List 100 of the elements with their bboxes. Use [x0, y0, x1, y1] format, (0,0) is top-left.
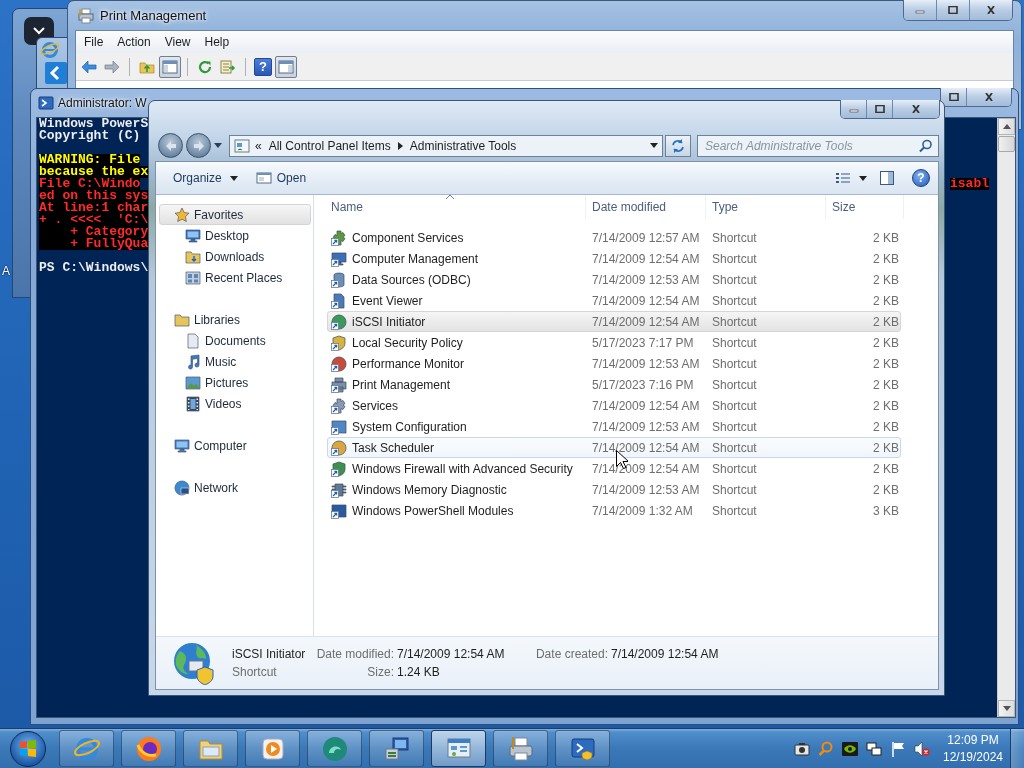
maximize-button[interactable] — [867, 100, 893, 118]
file-row[interactable]: Computer Management 7/14/2009 12:54 AM Shortcut 2 KB — [327, 248, 901, 269]
file-row[interactable]: System Configuration 7/14/2009 12:53 AM Shortcut 2 KB — [327, 416, 901, 437]
nav-item[interactable]: Network — [159, 477, 311, 498]
breadcrumb-button[interactable]: All Control Panel Items — [266, 138, 393, 153]
size-cell-text: 2 KB — [872, 398, 900, 413]
taskbar-button[interactable] — [493, 730, 548, 767]
close-button[interactable] — [970, 0, 1012, 20]
taskbar-button[interactable] — [555, 730, 610, 767]
flag-icon[interactable] — [890, 740, 906, 757]
flame-globe-icon — [134, 734, 163, 763]
nav-item[interactable]: Downloads — [159, 246, 311, 267]
size-cell-text: 2 KB — [872, 293, 900, 308]
scroll-up-button[interactable] — [998, 118, 1015, 135]
window-icon — [255, 170, 272, 186]
file-row[interactable]: Data Sources (ODBC) 7/14/2009 12:53 AM Shortcut 2 KB — [327, 269, 901, 290]
toolbar-button[interactable] — [275, 55, 297, 78]
file-row[interactable]: Services 7/14/2009 12:54 AM Shortcut 2 KB — [327, 395, 901, 416]
file-row[interactable]: Windows Memory Diagnostic 7/14/2009 12:53 AM Shortcut 2 KB — [327, 479, 901, 500]
taskbar-button[interactable] — [245, 730, 300, 767]
window-title: Print Management — [100, 8, 207, 23]
column-label: Type — [712, 200, 738, 214]
nav-item[interactable]: Pictures — [159, 372, 311, 393]
address-bar[interactable]: « All Control Panel Items Administrative Tools — [229, 134, 663, 157]
file-name: Print Management — [352, 377, 451, 392]
shortcut-icon — [331, 271, 347, 288]
nav-item[interactable]: Recent Places — [159, 267, 311, 288]
scroll-down-button[interactable] — [998, 700, 1015, 717]
clock-button[interactable]: 12:09 PM 12/19/2024 — [938, 730, 1008, 767]
file-row[interactable]: Print Management 5/17/2023 7:16 PM Shortcut 2 KB — [327, 374, 901, 395]
caret-down-icon[interactable] — [650, 143, 658, 148]
search-icon[interactable] — [919, 138, 933, 153]
search-field[interactable]: Search Administrative Tools — [697, 134, 939, 157]
desktop-icon-label[interactable]: A — [2, 264, 10, 278]
forward-button[interactable] — [186, 133, 211, 158]
caret-down-icon[interactable] — [214, 143, 222, 148]
breadcrumb-arrow-icon[interactable] — [397, 141, 403, 150]
ring-logo-icon — [40, 40, 60, 60]
network-monitor-icon[interactable] — [866, 740, 882, 757]
file-row[interactable]: Performance Monitor 7/14/2009 12:53 AM Shortcut 2 KB — [327, 353, 901, 374]
computer-tools-icon — [382, 734, 411, 763]
flag-logo-icon — [18, 738, 38, 759]
file-row[interactable]: Windows Firewall with Advanced Security 7/14/2009 12:54 AM Shortcut 2 KB — [327, 458, 901, 479]
menu-item[interactable]: File — [77, 32, 111, 52]
taskbar-button[interactable] — [431, 730, 486, 767]
nav-item[interactable]: Libraries — [159, 309, 311, 330]
close-button[interactable] — [967, 88, 1011, 106]
file-row[interactable]: Event Viewer 7/14/2009 12:54 AM Shortcut 2 KB — [327, 290, 901, 311]
menu-item[interactable]: View — [157, 32, 198, 52]
maximize-button[interactable] — [937, 0, 970, 20]
scroll-thumb[interactable] — [998, 136, 1015, 152]
address-overflow[interactable]: « — [255, 138, 262, 153]
refresh-button[interactable] — [665, 134, 691, 157]
file-row[interactable]: Windows PowerShell Modules 7/14/2009 1:32 AM Shortcut 3 KB — [327, 500, 901, 521]
eye-logo-icon[interactable] — [842, 740, 858, 757]
maximize-button[interactable] — [941, 88, 967, 106]
start-button[interactable] — [10, 730, 46, 767]
menu-item[interactable]: Action — [110, 32, 158, 52]
file-row[interactable]: Task Scheduler 7/14/2009 12:54 AM Shortcut 2 KB — [327, 437, 901, 458]
back-button[interactable] — [158, 133, 183, 158]
nav-item[interactable]: Favorites — [159, 204, 311, 225]
camera-icon[interactable] — [794, 740, 810, 757]
detail-label: Date modified: — [315, 647, 394, 661]
breadcrumb-button[interactable]: Administrative Tools — [407, 138, 519, 153]
column-header[interactable]: Date modified — [586, 195, 706, 219]
file-row[interactable]: Component Services 7/14/2009 12:57 AM Shortcut 2 KB — [327, 227, 901, 248]
organize-button[interactable]: Organize — [165, 166, 246, 190]
maximize-icon — [948, 6, 958, 14]
monitor-icon — [185, 227, 201, 244]
file-row[interactable]: Local Security Policy 5/17/2023 7:17 PM Shortcut 2 KB — [327, 332, 901, 353]
taskbar-button[interactable] — [121, 730, 176, 767]
help-button[interactable]: ? — [254, 57, 272, 76]
printer-icon — [506, 734, 535, 763]
open-button[interactable]: Open — [247, 166, 315, 190]
nav-item[interactable]: Music — [159, 351, 311, 372]
detail-value: 7/14/2009 12:54 AM — [611, 647, 719, 661]
date-cell-text: 7/14/2009 12:54 AM — [591, 398, 701, 413]
caret-down-icon — [1002, 706, 1011, 711]
scrollbar[interactable] — [997, 118, 1015, 717]
column-header[interactable]: Name — [314, 195, 586, 219]
show-desktop-button[interactable] — [1010, 729, 1024, 768]
file-name: Windows PowerShell Modules — [352, 503, 514, 518]
nav-item[interactable]: Desktop — [159, 225, 311, 246]
speaker-muted-icon[interactable] — [914, 740, 930, 757]
nav-item[interactable]: Computer — [159, 435, 311, 456]
column-header[interactable]: Type — [706, 195, 826, 219]
nav-item[interactable]: Videos — [159, 393, 311, 414]
menu-item[interactable]: Help — [197, 32, 237, 52]
nav-item[interactable]: Documents — [159, 330, 311, 351]
date-cell-text: 7/14/2009 12:53 AM — [591, 419, 701, 434]
column-header[interactable]: Size — [826, 195, 904, 219]
computer-icon — [174, 437, 190, 454]
toolbar-button[interactable] — [159, 55, 181, 78]
nav-label: Recent Places — [205, 270, 283, 285]
nav-label: Pictures — [205, 375, 249, 390]
taskbar-button[interactable] — [369, 730, 424, 767]
close-button[interactable] — [893, 100, 939, 118]
selected-item-type: Shortcut — [232, 665, 278, 679]
file-row[interactable]: iSCSI Initiator 7/14/2009 12:54 AM Shortcut 2 KB — [327, 311, 901, 332]
taskbar-button[interactable] — [183, 730, 238, 767]
